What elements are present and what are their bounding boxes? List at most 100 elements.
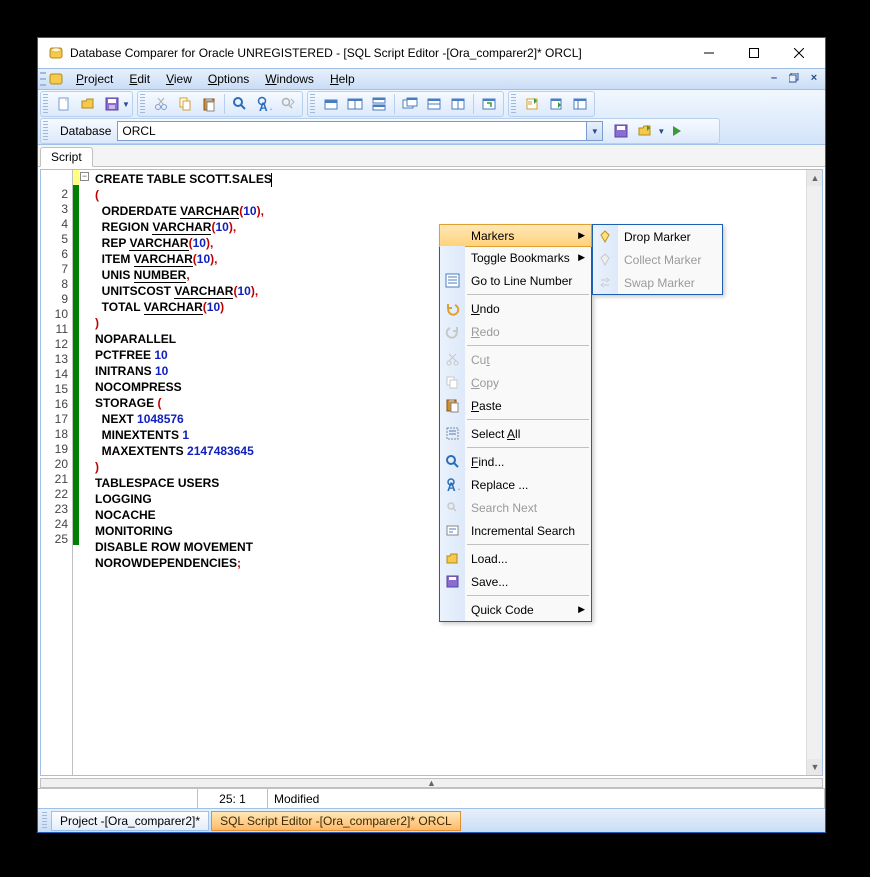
close-button[interactable]	[776, 38, 821, 68]
scroll-up-icon[interactable]: ▲	[807, 170, 823, 186]
menu-edit[interactable]: Edit	[121, 70, 158, 88]
window-btn-7[interactable]	[477, 92, 501, 116]
ctx-paste[interactable]: Paste	[440, 394, 591, 417]
ctx-toggle-bookmarks[interactable]: Toggle Bookmarks▶	[440, 246, 591, 269]
ctx-collect-marker[interactable]: Collect Marker	[593, 248, 722, 271]
dropdown-icon[interactable]: ▼	[586, 122, 602, 140]
drop-marker-icon	[593, 225, 618, 248]
search-next-button[interactable]	[276, 92, 300, 116]
ctx-copy[interactable]: Copy	[440, 371, 591, 394]
menubar-grip[interactable]	[40, 70, 46, 88]
open-button[interactable]	[76, 92, 100, 116]
fold-toggle[interactable]: −	[80, 172, 89, 181]
menu-view[interactable]: View	[158, 70, 200, 88]
paste-button[interactable]	[197, 92, 221, 116]
ctx-replace[interactable]: A→B Replace ...	[440, 473, 591, 496]
mdi-window-controls: – ×	[765, 70, 823, 86]
ctx-markers[interactable]: Markers▶	[439, 224, 592, 247]
svg-text:A→B: A→B	[447, 480, 460, 492]
toolbar-group-run	[508, 91, 595, 117]
toolbar-group-windows	[307, 91, 504, 117]
ctx-find[interactable]: Find...	[440, 450, 591, 473]
ctx-undo[interactable]: Undo	[440, 297, 591, 320]
scroll-down-icon[interactable]: ▼	[807, 759, 823, 775]
window-btn-2[interactable]	[343, 92, 367, 116]
window-btn-5[interactable]	[422, 92, 446, 116]
window-btn-6[interactable]	[446, 92, 470, 116]
svg-text:A→B: A→B	[259, 100, 272, 112]
redo-icon	[440, 320, 465, 343]
maximize-button[interactable]	[731, 38, 776, 68]
ctx-load[interactable]: Load...	[440, 547, 591, 570]
run-btn-1[interactable]	[520, 92, 544, 116]
context-menu: Markers▶ Toggle Bookmarks▶ Go to Line Nu…	[439, 224, 592, 622]
ctx-swap-marker[interactable]: Swap Marker	[593, 271, 722, 294]
replace-button[interactable]: A→B	[252, 92, 276, 116]
db-save-button[interactable]	[609, 119, 633, 143]
ctx-goto-line[interactable]: Go to Line Number	[440, 269, 591, 292]
mdi-doc-icon	[48, 71, 64, 87]
document-tabs: Project -[Ora_comparer2]* SQL Script Edi…	[38, 808, 825, 832]
menu-project[interactable]: Project	[68, 70, 121, 88]
toolbar-grip[interactable]	[140, 94, 145, 114]
doctab-sql-editor[interactable]: SQL Script Editor -[Ora_comparer2]* ORCL	[211, 811, 461, 831]
doctab-project[interactable]: Project -[Ora_comparer2]*	[51, 811, 209, 831]
mdi-restore[interactable]	[785, 70, 803, 86]
find-button[interactable]	[228, 92, 252, 116]
ctx-cut[interactable]: Cut	[440, 348, 591, 371]
ctx-select-all[interactable]: Select All	[440, 422, 591, 445]
toolbar-grip[interactable]	[43, 121, 48, 141]
line-gutter: 2345 678910 1112131415 1617181920 212223…	[41, 170, 73, 775]
status-bar: 25: 1 Modified	[38, 788, 825, 808]
fold-column: −	[79, 170, 91, 775]
menu-windows[interactable]: Windows	[257, 70, 322, 88]
toolbar-grip[interactable]	[310, 94, 315, 114]
context-submenu-markers: Drop Marker Collect Marker Swap Marker	[592, 224, 723, 295]
undo-icon	[440, 297, 465, 320]
toolbar-group-edit: A→B	[137, 91, 303, 117]
panel-collapse-handle[interactable]: ▲	[40, 778, 823, 788]
app-icon	[48, 45, 64, 61]
ctx-save[interactable]: Save...	[440, 570, 591, 593]
vertical-scrollbar[interactable]: ▲ ▼	[806, 170, 822, 775]
mdi-close[interactable]: ×	[805, 70, 823, 86]
run-btn-2[interactable]	[544, 92, 568, 116]
execute-button[interactable]	[665, 119, 689, 143]
ctx-drop-marker[interactable]: Drop Marker	[593, 225, 722, 248]
menu-bar: Project Edit View Options Windows Help –…	[38, 68, 825, 90]
tab-script[interactable]: Script	[40, 147, 93, 167]
toolbar-group-file: ▼	[40, 91, 133, 117]
tab-strip: Script	[38, 145, 825, 167]
ctx-quick-code[interactable]: Quick Code▶	[440, 598, 591, 621]
cut-icon	[440, 348, 465, 371]
run-btn-3[interactable]	[568, 92, 592, 116]
goto-line-icon	[440, 269, 465, 292]
window-btn-4[interactable]	[398, 92, 422, 116]
cursor-position: 25: 1	[198, 789, 268, 808]
toolbar-grip[interactable]	[43, 94, 48, 114]
menu-help[interactable]: Help	[322, 70, 363, 88]
window-btn-3[interactable]	[367, 92, 391, 116]
copy-button[interactable]	[173, 92, 197, 116]
toolbar-grip[interactable]	[511, 94, 516, 114]
database-bar: Database ORCL ▼ ▼	[40, 118, 720, 144]
cut-button[interactable]	[149, 92, 173, 116]
save-button[interactable]	[100, 92, 124, 116]
db-open-button[interactable]	[633, 119, 657, 143]
menu-options[interactable]: Options	[200, 70, 257, 88]
collect-marker-icon	[593, 248, 618, 271]
copy-icon	[440, 371, 465, 394]
database-label: Database	[52, 124, 117, 138]
search-next-icon	[440, 496, 465, 519]
database-select[interactable]: ORCL ▼	[117, 121, 603, 141]
swap-marker-icon	[593, 271, 618, 294]
ctx-redo[interactable]: Redo	[440, 320, 591, 343]
ctx-search-next[interactable]: Search Next	[440, 496, 591, 519]
minimize-button[interactable]	[686, 38, 731, 68]
window-btn-1[interactable]	[319, 92, 343, 116]
doctab-grip[interactable]	[42, 812, 47, 830]
ctx-incremental-search[interactable]: Incremental Search	[440, 519, 591, 542]
mdi-minimize[interactable]: –	[765, 70, 783, 86]
new-button[interactable]	[52, 92, 76, 116]
status-modified: Modified	[268, 789, 825, 808]
